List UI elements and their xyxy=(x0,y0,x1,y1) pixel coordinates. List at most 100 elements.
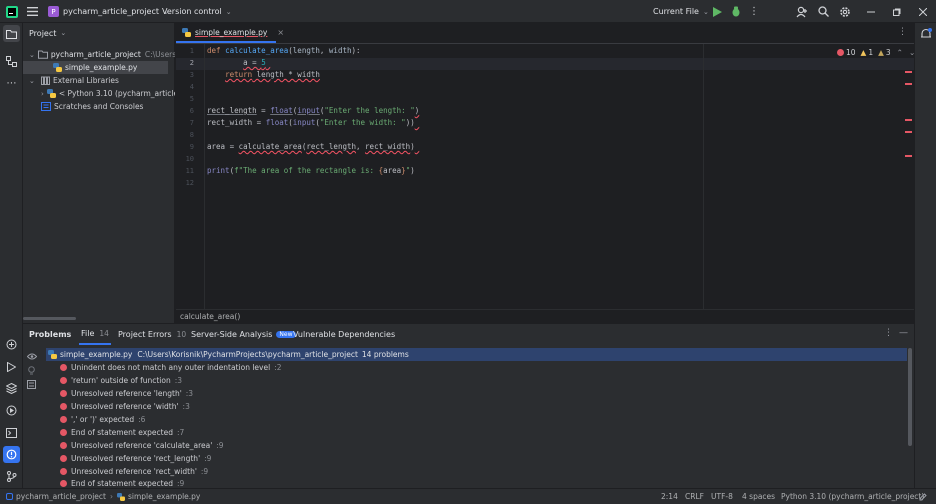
close-tab-icon[interactable]: × xyxy=(277,28,284,37)
search-icon[interactable] xyxy=(817,0,830,23)
main-menu-icon[interactable] xyxy=(25,0,39,23)
run-tool-icon[interactable] xyxy=(3,358,20,375)
hide-panel-icon[interactable]: — xyxy=(899,328,908,338)
minimize-icon[interactable] xyxy=(866,0,876,23)
error-stripe-mark[interactable] xyxy=(905,71,912,73)
tree-item-project-root[interactable]: ⌄ pycharm_article_project C:\Users\Kori xyxy=(23,48,175,61)
code-with-me-icon[interactable] xyxy=(795,0,809,23)
chevron-down-icon: ⌄ xyxy=(29,76,35,85)
code-line-11: print(f"The area of the rectangle is: {a… xyxy=(207,166,415,175)
status-breadcrumb[interactable]: pycharm_article_project › simple_example… xyxy=(6,489,200,504)
tab-count: 14 xyxy=(99,329,109,338)
error-icon xyxy=(60,364,67,371)
code-line-3: return length * width xyxy=(225,70,320,79)
project-tool-icon[interactable] xyxy=(3,25,20,42)
tab-server-side-analysis[interactable]: Server-Side Analysis New xyxy=(191,324,296,345)
file-encoding[interactable]: UTF-8 xyxy=(711,489,733,504)
python-packages-icon[interactable] xyxy=(3,336,20,353)
git-tool-icon[interactable] xyxy=(3,468,20,485)
problem-item[interactable]: Unresolved reference 'length':3 xyxy=(60,387,193,400)
restore-icon[interactable] xyxy=(892,0,902,23)
lightbulb-icon[interactable] xyxy=(26,365,37,376)
structure-tool-icon[interactable] xyxy=(3,53,20,70)
scratches-icon xyxy=(41,102,51,111)
edit-lock-icon[interactable] xyxy=(918,489,928,504)
debug-icon[interactable] xyxy=(730,0,742,23)
problem-item[interactable]: Unresolved reference 'calculate_area':9 xyxy=(60,439,224,452)
eye-icon[interactable] xyxy=(26,351,37,362)
pycharm-logo-icon[interactable] xyxy=(5,0,19,23)
tab-options-icon[interactable]: ⋮ xyxy=(898,27,907,37)
tab-vulnerable-dependencies[interactable]: Vulnerable Dependencies xyxy=(293,324,395,345)
group-by-icon[interactable] xyxy=(26,379,37,390)
error-stripe-mark[interactable] xyxy=(905,131,912,133)
tab-file[interactable]: File 14 xyxy=(79,324,111,345)
error-stripe-mark[interactable] xyxy=(905,83,912,85)
title-bar: P pycharm_article_project ⌄ Version cont… xyxy=(0,0,936,23)
tree-item-python-sdk[interactable]: › < Python 3.10 (pycharm_article_p xyxy=(23,87,175,100)
problem-line: :3 xyxy=(182,402,190,411)
code-line-9: area = calculate_area(rect_length, rect_… xyxy=(207,142,415,151)
line-separator[interactable]: CRLF xyxy=(685,489,704,504)
error-stripe-mark[interactable] xyxy=(905,155,912,157)
run-icon[interactable] xyxy=(711,0,723,23)
run-config-label: Current File xyxy=(653,7,699,16)
notifications-icon[interactable] xyxy=(918,26,934,42)
editor-tab-bar: simple_example.py × ⋮ xyxy=(176,23,914,44)
code-line-6: rect_length = float(input("Enter the len… xyxy=(207,106,420,115)
problem-line: :9 xyxy=(176,478,185,488)
tree-item-scratches[interactable]: Scratches and Consoles xyxy=(23,100,175,113)
vertical-scrollbar[interactable] xyxy=(908,348,912,446)
problems-tool-icon[interactable] xyxy=(3,446,20,463)
project-panel-header[interactable]: Project ⌄ xyxy=(29,27,66,39)
line-number: 8 xyxy=(189,131,194,139)
more-actions-icon[interactable]: ⋮ xyxy=(749,0,759,23)
close-window-icon[interactable] xyxy=(918,0,928,23)
project-name: pycharm_article_project xyxy=(63,7,159,16)
project-panel-title: Project xyxy=(29,28,57,38)
caret-position[interactable]: 2:14 xyxy=(661,489,678,504)
editor-tab-simple-example[interactable]: simple_example.py × xyxy=(176,23,284,43)
error-icon xyxy=(60,442,67,449)
tab-project-errors[interactable]: Project Errors 10 xyxy=(118,324,186,345)
vcs-label: Version control xyxy=(162,7,222,16)
code-editor[interactable]: 1 2 3 4 5 6 7 8 9 10 11 12 def calculate… xyxy=(176,44,915,309)
problem-item[interactable]: Unresolved reference 'width':3 xyxy=(60,400,190,413)
problem-item[interactable]: Unresolved reference 'rect_width':9 xyxy=(60,465,208,478)
problem-item[interactable]: 'return' outside of function:3 xyxy=(60,374,182,387)
error-icon xyxy=(60,429,67,436)
problem-text: 'return' outside of function xyxy=(71,376,171,385)
problem-line: :9 xyxy=(204,454,212,463)
settings-gear-icon[interactable] xyxy=(838,0,852,23)
tree-item-label: External Libraries xyxy=(53,76,119,85)
horizontal-scrollbar[interactable] xyxy=(23,317,76,320)
line-number: 5 xyxy=(189,95,194,103)
error-icon xyxy=(60,403,67,410)
error-icon xyxy=(60,479,67,487)
problems-file-row[interactable]: simple_example.py C:\Users\Korisnik\Pych… xyxy=(46,348,907,361)
inspection-widget[interactable]: 10 ▲ 1 ▲ 3 ⌃ ⌄ xyxy=(837,47,915,57)
problem-item[interactable]: Unresolved reference 'rect_length':9 xyxy=(60,452,211,465)
tree-item-file[interactable]: simple_example.py xyxy=(23,61,168,74)
problem-item[interactable]: Unindent does not match any outer indent… xyxy=(60,361,282,374)
layers-tool-icon[interactable] xyxy=(3,380,20,397)
more-tools-icon[interactable]: ⋯ xyxy=(3,75,20,92)
breadcrumb-function[interactable]: calculate_area() xyxy=(180,312,240,321)
previous-highlight-icon[interactable]: ⌃ xyxy=(897,48,903,57)
left-tool-strip: ⋯ xyxy=(0,23,23,488)
vcs-menu[interactable]: Version control ⌄ xyxy=(162,0,232,23)
error-stripe-mark[interactable] xyxy=(905,119,912,121)
project-switcher[interactable]: P pycharm_article_project ⌄ xyxy=(48,0,169,23)
error-icon xyxy=(60,377,67,384)
problem-item[interactable]: End of statement expected:7 xyxy=(60,426,184,439)
problem-item[interactable]: End of statement expected:9 xyxy=(60,478,184,488)
python-interpreter[interactable]: Python 3.10 (pycharm_article_project) xyxy=(781,489,924,504)
indent-setting[interactable]: 4 spaces xyxy=(742,489,775,504)
services-tool-icon[interactable] xyxy=(3,402,20,419)
run-config-selector[interactable]: Current File ⌄ xyxy=(653,0,709,23)
terminal-tool-icon[interactable] xyxy=(3,424,20,441)
tree-item-external-libraries[interactable]: ⌄ External Libraries xyxy=(23,74,175,87)
problem-item[interactable]: ',' or ')' expected:6 xyxy=(60,413,145,426)
panel-options-icon[interactable]: ⋮ xyxy=(884,328,893,338)
current-line-highlight xyxy=(176,58,914,70)
